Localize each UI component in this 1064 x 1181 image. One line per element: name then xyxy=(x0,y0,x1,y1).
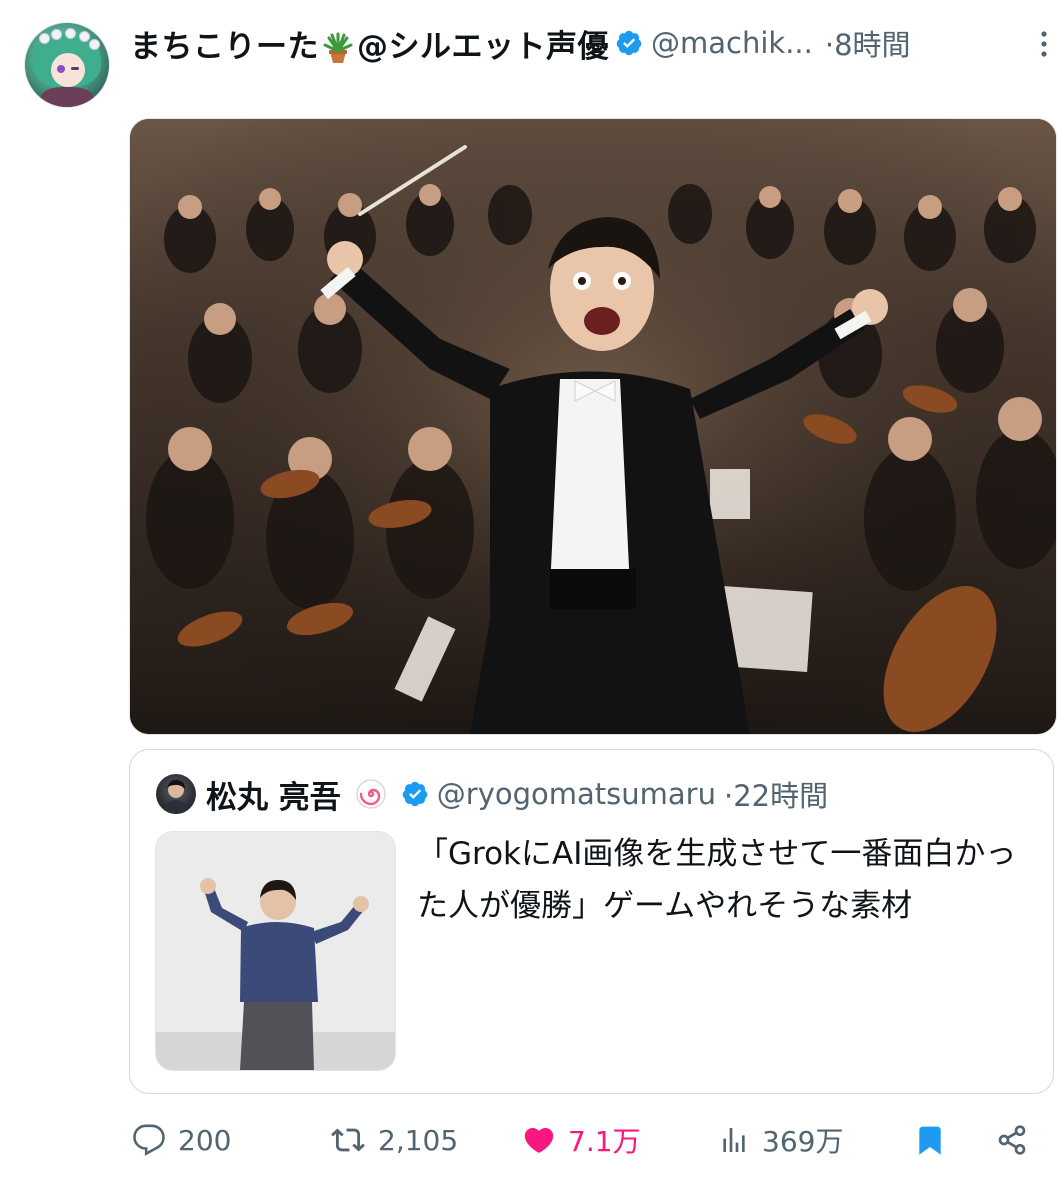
heart-icon xyxy=(524,1127,554,1153)
author-name-suffix: @シルエット声優 xyxy=(357,28,609,65)
reply-button[interactable]: 200 xyxy=(132,1110,231,1170)
potted-plant-icon xyxy=(321,32,355,64)
like-count: 7.1万 xyxy=(568,1125,641,1158)
verified-badge-icon xyxy=(402,781,428,807)
author-handle[interactable]: @machik... xyxy=(651,26,813,60)
tweet-timestamp[interactable]: ·8時間 xyxy=(825,22,911,64)
share-button[interactable] xyxy=(996,1110,1040,1170)
speech-bubble-icon xyxy=(133,1124,165,1156)
quoted-tweet-text: 「GrokにAI画像を生成させて一番面白かった人が優勝」ゲームやれそうな素材 xyxy=(417,836,1017,924)
tweet-media-image[interactable] xyxy=(129,118,1057,735)
view-count: 369万 xyxy=(762,1125,844,1158)
quoted-author-handle[interactable]: @ryogomatsumaru xyxy=(437,777,716,811)
like-button[interactable]: 7.1万 xyxy=(522,1110,641,1170)
quoted-author-avatar[interactable] xyxy=(156,774,196,814)
quoted-author-name[interactable]: 松丸 亮吾 xyxy=(206,772,341,817)
quoted-tweet-thumbnail[interactable] xyxy=(155,831,396,1071)
tweet-header: まちこりーた @シルエット声優 @machik... ·8時間 xyxy=(130,18,911,68)
retweet-count: 2,105 xyxy=(378,1123,459,1157)
retweet-button[interactable]: 2,105 xyxy=(330,1110,458,1170)
naruto-swirl-icon xyxy=(356,779,386,809)
quoted-tweet-timestamp[interactable]: ·22時間 xyxy=(724,773,828,815)
author-name-prefix: まちこりーた xyxy=(130,28,319,65)
bar-chart-icon xyxy=(723,1128,745,1152)
share-icon xyxy=(998,1125,1026,1155)
verified-badge-icon xyxy=(616,30,642,56)
bookmark-icon xyxy=(919,1126,941,1155)
tweet-action-bar: 200 2,105 7.1万 369万 xyxy=(0,1110,1064,1170)
reply-count: 200 xyxy=(178,1123,232,1157)
bookmark-button[interactable] xyxy=(914,1110,958,1170)
views-button[interactable]: 369万 xyxy=(718,1110,843,1170)
vertical-ellipsis-icon[interactable] xyxy=(1032,28,1056,60)
retweet-icon xyxy=(331,1128,365,1152)
author-display-name[interactable]: まちこりーた @シルエット声優 xyxy=(130,21,609,66)
author-avatar[interactable] xyxy=(24,22,110,108)
quoted-tweet-header: 松丸 亮吾 @ryogomatsumaru ·22時間 xyxy=(206,770,828,818)
